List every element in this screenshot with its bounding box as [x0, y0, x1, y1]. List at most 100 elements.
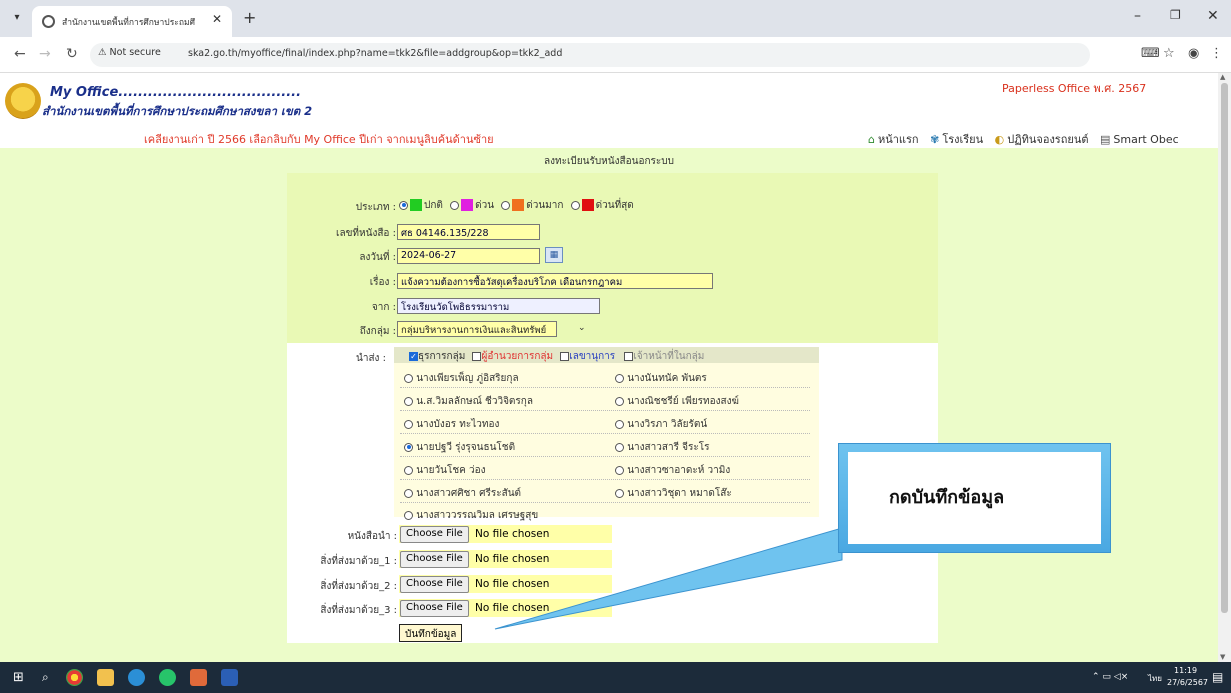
send-opt-director[interactable]: ผู้อำนวยการกลุ่ม — [472, 351, 553, 362]
more-menu-icon[interactable]: ⋮ — [1210, 46, 1223, 61]
no-file-text: No file chosen — [475, 602, 550, 614]
recipient-radio[interactable] — [615, 442, 624, 452]
radio-very-urgent[interactable] — [501, 200, 511, 210]
tray-icons[interactable]: ⌃ ▭ ◁× — [1092, 672, 1128, 682]
tab-search-icon[interactable]: ▾ — [8, 9, 26, 27]
priority-urgent[interactable]: ด่วน — [450, 199, 494, 211]
document-icon: ▤ — [1100, 133, 1111, 146]
recipient-item[interactable]: นายวันโชค ว่อง — [404, 463, 485, 478]
nav-home[interactable]: ⌂ หน้าแรก — [868, 133, 919, 146]
omnibox[interactable]: ⚠ Not secure ska2.go.th/myoffice/final/i… — [90, 43, 1090, 67]
recipient-item[interactable]: นางสาวศศิชา ศรีระสันต์ — [404, 486, 521, 501]
recipient-radio[interactable] — [615, 488, 624, 498]
bookmark-star-icon[interactable]: ☆ — [1163, 46, 1175, 61]
recipient-item[interactable]: นางสาวซาอาดะห์ วามิง — [615, 463, 730, 478]
nav-calendar[interactable]: ◐ ปฏิทินจองรถยนต์ — [995, 133, 1089, 146]
edge-icon[interactable] — [128, 669, 145, 686]
recipient-item[interactable]: นายปฐวี รุ่งรุจนธนโชติ — [404, 440, 515, 455]
app-icon[interactable] — [190, 669, 207, 686]
to-group-select[interactable]: กลุ่มบริหารงานการเงินและสินทรัพย์ — [397, 321, 557, 337]
windows-start-icon[interactable]: ⊞ — [13, 670, 24, 685]
send-opt-clerk[interactable]: ✓ธุรการกลุ่ม — [409, 351, 465, 362]
windows-taskbar: ⊞ ⌕ ⌃ ▭ ◁× ไทย 11:19 27/6/2567 ▤ — [0, 662, 1231, 693]
recipient-item[interactable]: นางณิชชรีย์ เพียรทองสงฆ์ — [615, 394, 739, 409]
scroll-down-icon[interactable]: ▼ — [1220, 653, 1225, 661]
page-scrollbar[interactable]: ▲ ▼ — [1218, 73, 1231, 662]
priority-most-urgent[interactable]: ด่วนที่สุด — [570, 199, 634, 211]
tab-close-icon[interactable]: ✕ — [212, 12, 222, 26]
clock-time[interactable]: 11:19 — [1174, 666, 1197, 675]
recipient-name: นางวิรภา วิลัยรัตน์ — [627, 419, 708, 430]
checkbox-secretary[interactable] — [560, 351, 570, 361]
date-input[interactable]: 2024-06-27 — [397, 248, 540, 264]
url-text[interactable]: ska2.go.th/myoffice/final/index.php?name… — [188, 48, 562, 59]
choose-file-button[interactable]: Choose File — [400, 600, 469, 617]
checkbox-staff[interactable] — [624, 351, 634, 361]
notice-text: เคลียงานเก่า ปี 2566 เลือกลิบกับ My Offi… — [144, 133, 494, 146]
recipient-item[interactable]: นางเพียรเพ็ญ ภู่อิสริยกุล — [404, 371, 519, 386]
recipient-item[interactable]: น.ส.วิมลลักษณ์ ชีววิจิตรกุล — [404, 394, 533, 409]
priority-normal[interactable]: ปกติ — [399, 199, 443, 211]
radio-urgent[interactable] — [450, 200, 460, 210]
restore-icon[interactable]: ❐ — [1170, 8, 1181, 22]
recipient-item[interactable]: นางสาววรรณวิมล เศรษฐสุข — [404, 508, 538, 523]
recipient-radio[interactable] — [615, 396, 624, 406]
checkbox-director[interactable] — [472, 351, 482, 361]
recipient-radio[interactable] — [404, 419, 413, 429]
recipient-name: น.ส.วิมลลักษณ์ ชีววิจิตรกุล — [416, 396, 533, 407]
chrome-icon[interactable] — [66, 669, 83, 686]
chevron-down-icon[interactable]: ⌄ — [578, 323, 586, 333]
save-button[interactable]: บันทึกข้อมูล — [399, 624, 463, 642]
minimize-icon[interactable]: – — [1134, 8, 1141, 24]
recipient-radio[interactable] — [615, 465, 624, 475]
reload-icon[interactable]: ↻ — [66, 46, 78, 62]
recipient-radio[interactable] — [404, 510, 413, 520]
calendar-picker-icon[interactable]: ▦ — [545, 247, 563, 263]
back-icon[interactable]: ← — [14, 46, 26, 62]
choose-file-button[interactable]: Choose File — [400, 526, 469, 543]
recipient-item[interactable]: นางสาววิชุดา หมาดโส๊ะ — [615, 486, 732, 501]
word-icon[interactable] — [221, 669, 238, 686]
forward-icon[interactable]: → — [39, 46, 51, 62]
file-explorer-icon[interactable] — [97, 669, 114, 686]
recipient-radio[interactable] — [615, 373, 624, 383]
choose-file-button[interactable]: Choose File — [400, 576, 469, 593]
from-input[interactable]: โรงเรียนวัดโพธิธรรมาราม — [397, 298, 600, 314]
checkbox-clerk[interactable]: ✓ — [409, 351, 418, 361]
notification-icon[interactable]: ▤ — [1212, 670, 1223, 684]
profile-avatar-icon[interactable]: ◉ — [1188, 46, 1199, 61]
nav-smart-obec[interactable]: ▤ Smart Obec — [1100, 133, 1179, 146]
recipient-item[interactable]: นางนันทนัค พันตร — [615, 371, 707, 386]
recipient-radio[interactable] — [404, 396, 413, 406]
search-icon[interactable]: ⌕ — [42, 670, 49, 685]
line-icon[interactable] — [159, 669, 176, 686]
priority-very-urgent[interactable]: ด่วนมาก — [501, 199, 563, 211]
scroll-thumb[interactable] — [1221, 83, 1228, 613]
recipient-item[interactable]: นางบังอร ทะไวทอง — [404, 417, 499, 432]
not-secure-badge[interactable]: ⚠ Not secure — [98, 47, 161, 58]
recipient-name: นายวันโชค ว่อง — [416, 465, 486, 476]
new-tab-icon[interactable]: + — [243, 8, 256, 27]
window-close-icon[interactable]: ✕ — [1207, 8, 1219, 24]
recipient-radio[interactable] — [404, 488, 413, 498]
choose-file-button[interactable]: Choose File — [400, 551, 469, 568]
radio-normal[interactable] — [399, 200, 408, 210]
doc-no-input[interactable]: ศธ 04146.135/228 — [397, 224, 540, 240]
recipient-radio[interactable] — [404, 465, 413, 475]
scroll-up-icon[interactable]: ▲ — [1220, 73, 1225, 81]
send-opt-secretary[interactable]: เลขานุการ — [560, 351, 615, 362]
translate-icon[interactable]: ⌨ — [1141, 46, 1160, 61]
send-opt-staff[interactable]: เจ้าหน้าที่ในกลุ่ม — [624, 351, 704, 362]
browser-tab[interactable]: สำนักงานเขตพื้นที่การศึกษาประถมศึ ✕ — [32, 6, 232, 37]
radio-most-urgent[interactable] — [570, 200, 580, 210]
subject-input[interactable]: แจ้งความต้องการซื้อวัสดุเครื่องบริโภค เด… — [397, 273, 713, 289]
recipient-item[interactable]: นางสาวสารี จีระโร — [615, 440, 709, 455]
recipient-item[interactable]: นางวิรภา วิลัยรัตน์ — [615, 417, 707, 432]
input-language[interactable]: ไทย — [1148, 672, 1162, 685]
type-label: ประเภท : — [355, 202, 396, 213]
recipient-radio[interactable] — [615, 419, 624, 429]
recipient-radio[interactable] — [404, 373, 413, 383]
clock-date[interactable]: 27/6/2567 — [1167, 678, 1208, 687]
recipient-radio[interactable] — [404, 442, 413, 452]
nav-school[interactable]: ✾ โรงเรียน — [930, 133, 983, 146]
